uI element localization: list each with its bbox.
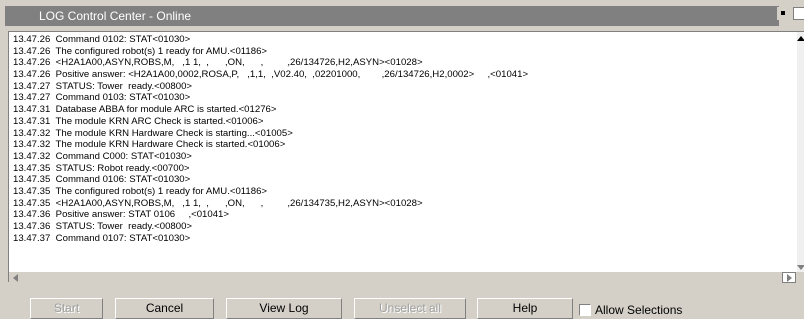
minimize-icon bbox=[781, 11, 785, 15]
log-line[interactable]: 13.47.31 The module KRN ARC Check is sta… bbox=[13, 116, 793, 128]
log-list[interactable]: 13.47.26 Command 0102: STAT<01030> 13.47.… bbox=[13, 34, 793, 270]
scroll-down-icon[interactable] bbox=[797, 265, 804, 270]
log-panel[interactable]: 13.47.26 Command 0102: STAT<01030> 13.47.… bbox=[8, 31, 804, 283]
title-bar: LOG Control Center - Online bbox=[0, 0, 804, 31]
scroll-left-icon[interactable] bbox=[13, 274, 18, 282]
view-log-button[interactable]: View Log bbox=[226, 298, 342, 319]
scroll-up-icon[interactable] bbox=[797, 36, 804, 41]
log-line[interactable]: 13.47.26 Positive answer: <H2A1A00,0002,… bbox=[13, 69, 793, 81]
log-line[interactable]: 13.47.35 The configured robot(s) 1 ready… bbox=[13, 186, 793, 198]
log-line[interactable]: 13.47.32 The module KRN Hardware Check i… bbox=[13, 139, 793, 151]
vertical-scrollbar[interactable] bbox=[797, 32, 804, 272]
title-strip: LOG Control Center - Online bbox=[5, 6, 779, 26]
log-line[interactable]: 13.47.36 STATUS: Tower ready.<00800> bbox=[13, 221, 793, 233]
log-line[interactable]: 13.47.27 Command 0103: STAT<01030> bbox=[13, 92, 793, 104]
start-button[interactable]: Start bbox=[30, 298, 103, 319]
scroll-right-button[interactable] bbox=[782, 272, 796, 283]
checkbox-box[interactable] bbox=[579, 304, 591, 316]
log-line[interactable]: 13.47.35 <H2A1A00,ASYN,ROBS,M, ,1 1, , ,… bbox=[13, 198, 793, 210]
log-line[interactable]: 13.47.36 Positive answer: STAT 0106 ,<01… bbox=[13, 209, 793, 221]
log-line[interactable]: 13.47.31 Database ABBA for module ARC is… bbox=[13, 104, 793, 116]
minimize-button[interactable] bbox=[777, 7, 790, 20]
maximize-button[interactable] bbox=[793, 7, 804, 20]
log-line[interactable]: 13.47.35 Command 0106: STAT<01030> bbox=[13, 174, 793, 186]
help-button[interactable]: Help bbox=[477, 298, 573, 319]
log-line[interactable]: 13.47.26 <H2A1A00,ASYN,ROBS,M, ,1 1, , ,… bbox=[13, 57, 793, 69]
log-line[interactable]: 13.47.37 Command 0107: STAT<01030> bbox=[13, 233, 793, 245]
log-line[interactable]: 13.47.26 The configured robot(s) 1 ready… bbox=[13, 46, 793, 58]
log-line[interactable]: 13.47.35 STATUS: Robot ready.<00700> bbox=[13, 163, 793, 175]
button-bar: Start Cancel View Log Unselect all Help … bbox=[0, 292, 804, 319]
window-title: LOG Control Center - Online bbox=[39, 9, 192, 23]
log-line[interactable]: 13.47.27 STATUS: Tower ready.<00800> bbox=[13, 81, 793, 93]
log-line[interactable]: 13.47.26 Command 0102: STAT<01030> bbox=[13, 34, 793, 46]
allow-selections-label: Allow Selections bbox=[595, 303, 683, 317]
cancel-button[interactable]: Cancel bbox=[115, 298, 214, 319]
horizontal-scrollbar[interactable] bbox=[9, 272, 804, 283]
log-line[interactable]: 13.47.32 The module KRN Hardware Check i… bbox=[13, 128, 793, 140]
scroll-right-icon bbox=[787, 274, 792, 282]
unselect-all-button[interactable]: Unselect all bbox=[354, 298, 466, 319]
log-line[interactable]: 13.47.32 Command C000: STAT<01030> bbox=[13, 151, 793, 163]
